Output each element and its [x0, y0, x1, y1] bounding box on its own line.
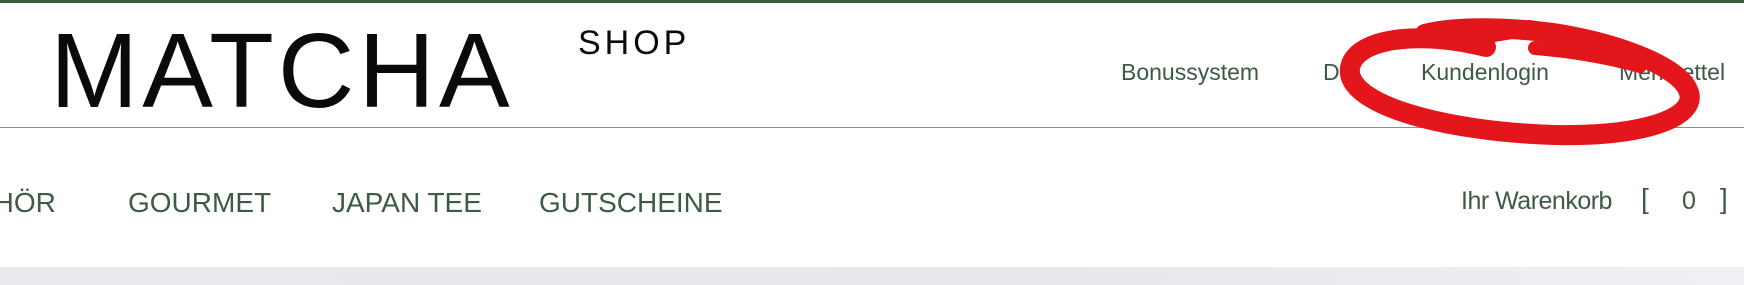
cart-label: Ihr Warenkorb [1461, 187, 1612, 215]
annotation-tip-stroke [1474, 20, 1538, 44]
cart-close-bracket: ] [1720, 183, 1728, 214]
logo-wordmark: MATCHA [50, 12, 514, 130]
nav-item-japan-tee[interactable]: JAPAN TEE [332, 187, 482, 219]
util-link-language[interactable]: DE [1323, 58, 1355, 86]
logo-shop-label: SHOP [578, 24, 691, 62]
util-link-bonussystem[interactable]: Bonussystem [1121, 58, 1259, 86]
nav-item-gutscheine[interactable]: GUTSCHEINE [539, 187, 723, 219]
nav-item-zubehoer[interactable]: ZUBEHÖR [0, 187, 56, 219]
cart-count: 0 [1682, 187, 1696, 215]
nav-item-gourmet[interactable]: GOURMET [128, 187, 271, 219]
page: MATCHA SHOP Bonussystem DE Kundenlogin M… [0, 0, 1744, 285]
header-divider [0, 127, 1744, 128]
annotation-tail-stroke [1415, 24, 1492, 46]
cart-open-bracket: [ [1641, 183, 1649, 214]
util-link-merkzettel[interactable]: Merkzettel [1619, 58, 1725, 86]
top-border [0, 0, 1744, 3]
hero-banner-top-edge [0, 267, 1744, 285]
util-link-kundenlogin[interactable]: Kundenlogin [1421, 58, 1549, 86]
